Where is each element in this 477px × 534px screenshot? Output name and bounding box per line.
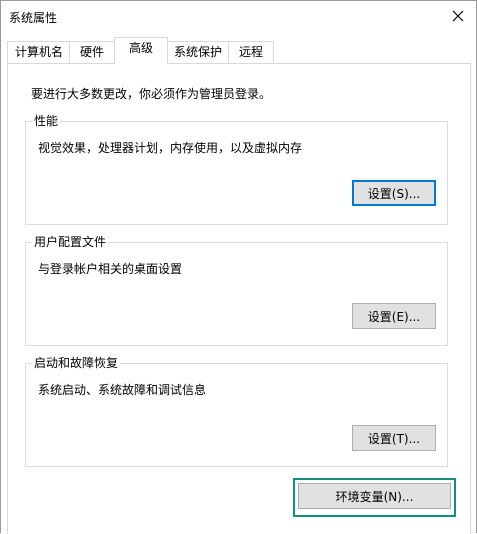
user-profiles-description: 与登录帐户相关的桌面设置: [38, 262, 183, 276]
highlight-frame: [293, 478, 456, 517]
performance-settings-button[interactable]: 设置(S)...: [352, 180, 436, 206]
tab-remote[interactable]: 远程: [228, 41, 274, 63]
performance-group-title: 性能: [32, 113, 61, 129]
tab-system-protection[interactable]: 系统保护: [166, 41, 230, 63]
user-profiles-group: 用户配置文件 与登录帐户相关的桌面设置 设置(E)...: [25, 234, 448, 346]
system-properties-dialog: 系统属性 计算机名 硬件 高级 系统保护 远程 要进行大多数更改，你必须作为管理…: [0, 0, 477, 534]
startup-recovery-group: 启动和故障恢复 系统启动、系统故障和调试信息 设置(T)...: [25, 355, 448, 467]
tab-hardware[interactable]: 硬件: [69, 41, 115, 63]
close-icon: [452, 10, 464, 22]
performance-description: 视觉效果，处理器计划，内存使用，以及虚拟内存: [38, 141, 303, 155]
tab-advanced[interactable]: 高级: [114, 37, 168, 64]
title-bar: 系统属性: [1, 1, 476, 31]
window-title: 系统属性: [9, 11, 58, 25]
startup-recovery-group-title: 启动和故障恢复: [32, 355, 121, 371]
startup-recovery-settings-button[interactable]: 设置(T)...: [352, 425, 436, 451]
close-button[interactable]: [440, 1, 476, 31]
performance-group: 性能 视觉效果，处理器计划，内存使用，以及虚拟内存 设置(S)...: [25, 113, 448, 225]
user-profiles-settings-button[interactable]: 设置(E)...: [352, 303, 436, 329]
user-profiles-group-title: 用户配置文件: [32, 234, 109, 250]
admin-note: 要进行大多数更改，你必须作为管理员登录。: [31, 87, 272, 101]
tab-computer-name[interactable]: 计算机名: [7, 41, 71, 63]
startup-recovery-description: 系统启动、系统故障和调试信息: [38, 383, 207, 397]
